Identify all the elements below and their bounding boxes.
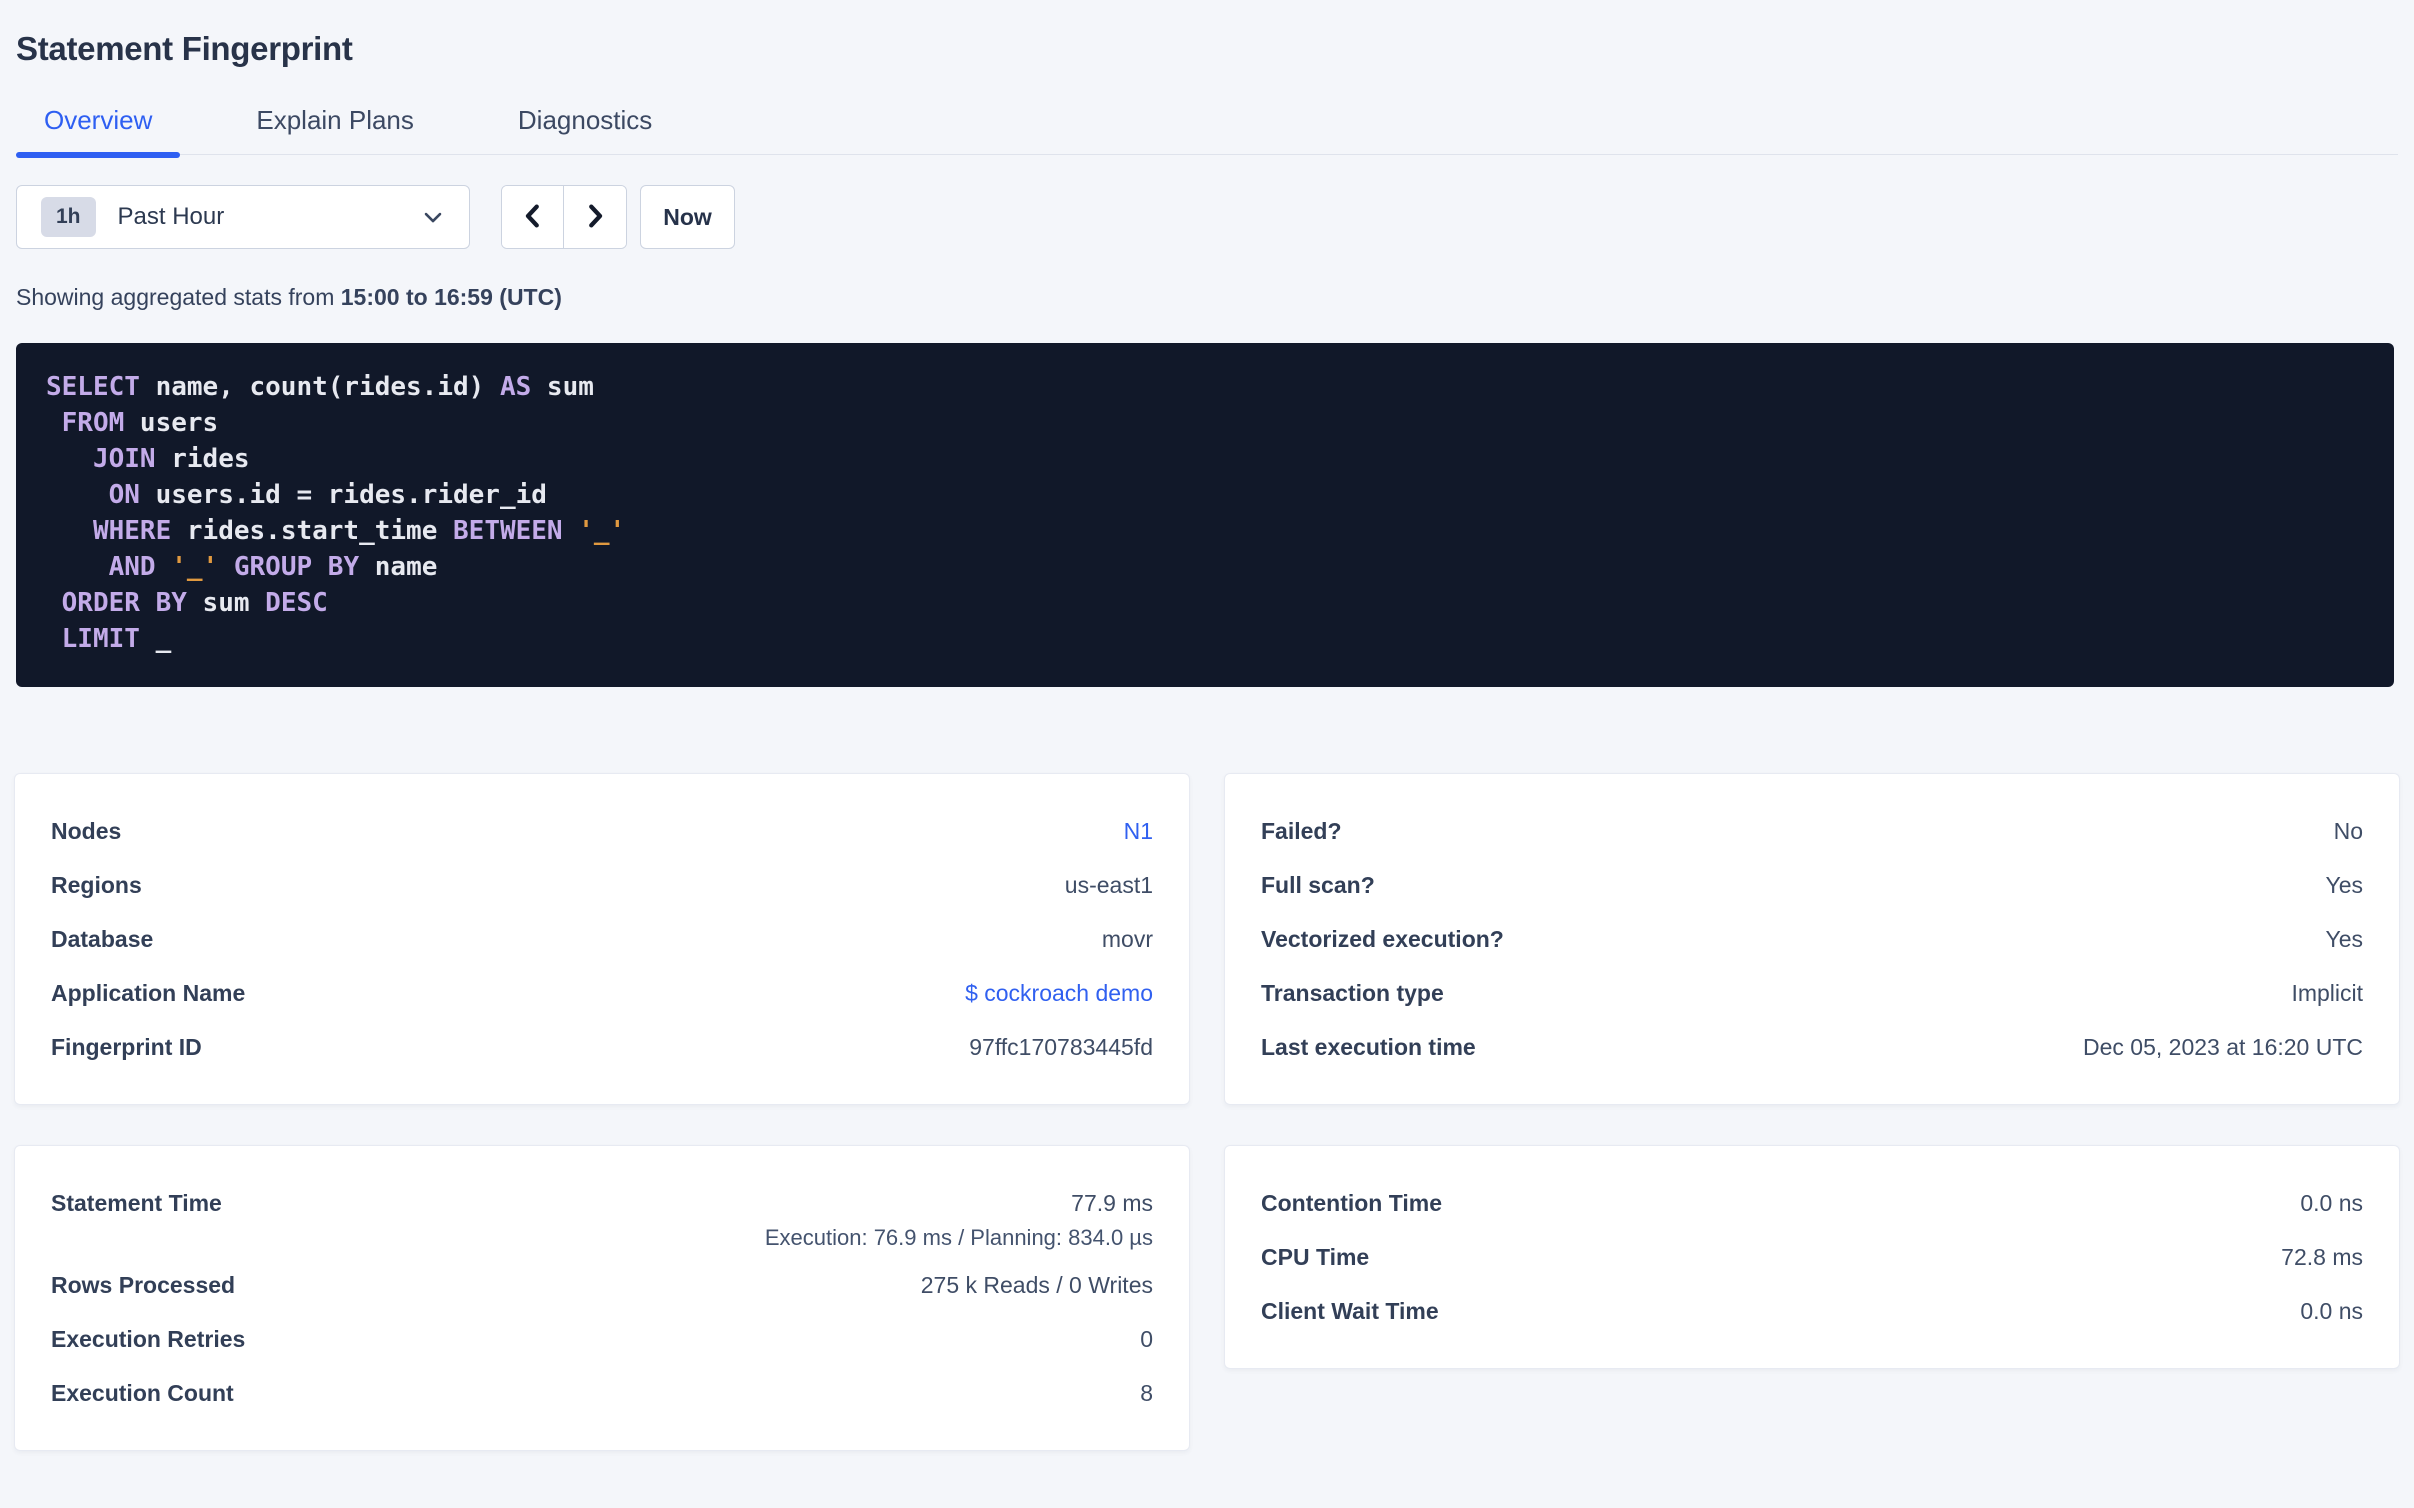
tab-diagnostics[interactable]: Diagnostics [490,104,680,154]
card-row-label: Application Name [51,979,246,1006]
card-row: CPU Time 72.8 ms [1261,1230,2363,1284]
time-range-label: Past Hour [117,203,225,230]
card-row-label: Last execution time [1261,1033,1476,1060]
card-row-value: Yes [2325,925,2363,952]
card-row-value: Yes [2325,871,2363,898]
card-row: Nodes N1 [51,804,1153,858]
nodes-link[interactable]: N1 [1124,818,1153,845]
card-row: Rows Processed 275 k Reads / 0 Writes [51,1258,1153,1312]
sql-line: ON users.id = rides.rider_id [108,480,547,510]
card-row: Statement Time 77.9 ms Execution: 76.9 m… [51,1176,1153,1258]
card-row: Regions us-east1 [51,858,1153,912]
card-row-value: 72.8 ms [2281,1243,2363,1270]
card-row-label: Failed? [1261,817,1342,844]
card-row-value: 275 k Reads / 0 Writes [920,1271,1153,1298]
card-row-label: Rows Processed [51,1271,236,1298]
application-name-link[interactable]: $ cockroach demo [965,980,1153,1007]
sql-line: ORDER BY sum DESC [61,588,328,618]
sql-statement-box: SELECT name, count(rides.id) AS sum FROM… [16,343,2394,687]
statement-time-breakdown: Execution: 76.9 ms / Planning: 834.0 µs [764,1225,1153,1250]
sql-line: SELECT name, count(rides.id) AS sum [46,372,594,402]
sql-line: LIMIT _ [61,624,172,654]
card-row-label: Database [51,925,154,952]
card-row: Execution Count 8 [51,1366,1153,1420]
summary-cards: Nodes N1 Regions us-east1 Database movr … [14,773,2400,1451]
tab-bar: Overview Explain Plans Diagnostics [16,104,2398,158]
sql-code: SELECT name, count(rides.id) AS sum FROM… [46,369,2364,657]
card-row: Failed? No [1261,804,2363,858]
card-row-label: Full scan? [1261,871,1375,898]
card-row-value: 0.0 ns [2300,1189,2363,1216]
card-row-value: 97ffc170783445fd [969,1033,1153,1060]
card-row: Execution Retries 0 [51,1312,1153,1366]
card-row-label: CPU Time [1261,1243,1370,1270]
card-row-value: 77.9 ms [1071,1190,1153,1216]
card-row-value: movr [1101,925,1153,952]
card-row-label: Regions [51,871,142,898]
card-row: Transaction type Implicit [1261,966,2363,1020]
card-row: Application Name $ cockroach demo [51,966,1153,1020]
card-row-value: 8 [1140,1379,1153,1406]
card-row-label: Statement Time [51,1190,222,1216]
card-row-label: Nodes [51,817,122,844]
sql-line: AND '_' GROUP BY name [108,552,438,582]
card-row: Last execution time Dec 05, 2023 at 16:2… [1261,1020,2363,1074]
tab-explain-plans[interactable]: Explain Plans [228,104,442,154]
card-row-value: 0.0 ns [2300,1297,2363,1324]
sql-line: WHERE rides.start_time BETWEEN '_' [92,516,626,546]
aggregated-stats-prefix: Showing aggregated stats from [16,284,341,310]
statement-stats-card: Statement Time 77.9 ms Execution: 76.9 m… [14,1145,1190,1451]
statement-info-card: Nodes N1 Regions us-east1 Database movr … [14,773,1190,1105]
duration-badge: 1h [41,197,96,237]
card-row-label: Vectorized execution? [1261,925,1504,952]
card-row: Database movr [51,912,1153,966]
card-row-value: No [2333,817,2363,844]
card-row-label: Fingerprint ID [51,1033,202,1060]
card-row: Fingerprint ID 97ffc170783445fd [51,1020,1153,1074]
chevron-right-icon [580,201,610,234]
chevron-down-icon [419,203,447,231]
chevron-left-icon [518,201,548,234]
now-button[interactable]: Now [640,185,735,249]
page-title: Statement Fingerprint [16,30,353,67]
sql-line: JOIN rides [92,444,250,474]
card-row-value: Dec 05, 2023 at 16:20 UTC [2083,1033,2363,1060]
prev-time-button[interactable] [502,186,564,248]
card-row: Vectorized execution? Yes [1261,912,2363,966]
tab-overview[interactable]: Overview [16,104,181,158]
card-row: Full scan? Yes [1261,858,2363,912]
aggregated-stats-range: 15:00 to 16:59 (UTC) [340,284,562,310]
card-row-label: Execution Retries [51,1325,246,1352]
timing-stats-card: Contention Time 0.0 ns CPU Time 72.8 ms … [1224,1145,2400,1369]
card-row-label: Execution Count [51,1379,234,1406]
card-row-label: Contention Time [1261,1189,1443,1216]
aggregated-stats-text: Showing aggregated stats from 15:00 to 1… [16,283,2398,311]
card-row-value: 0 [1140,1325,1153,1352]
time-range-dropdown[interactable]: 1h Past Hour [16,185,470,249]
card-row: Contention Time 0.0 ns [1261,1176,2363,1230]
card-row-label: Transaction type [1261,979,1444,1006]
time-controls: 1h Past Hour Now [16,185,2398,249]
time-pager [501,185,627,249]
next-time-button[interactable] [564,186,626,248]
execution-flags-card: Failed? No Full scan? Yes Vectorized exe… [1224,773,2400,1105]
card-row-value: Implicit [2291,979,2363,1006]
card-row-value: us-east1 [1064,871,1153,898]
card-row-label: Client Wait Time [1261,1297,1439,1324]
sql-line: FROM users [61,408,219,438]
statement-fingerprint-page: Statement Fingerprint Overview Explain P… [0,30,2414,1508]
card-row: Client Wait Time 0.0 ns [1261,1284,2363,1338]
statement-time-value: 77.9 ms Execution: 76.9 ms / Planning: 8… [765,1176,1153,1258]
